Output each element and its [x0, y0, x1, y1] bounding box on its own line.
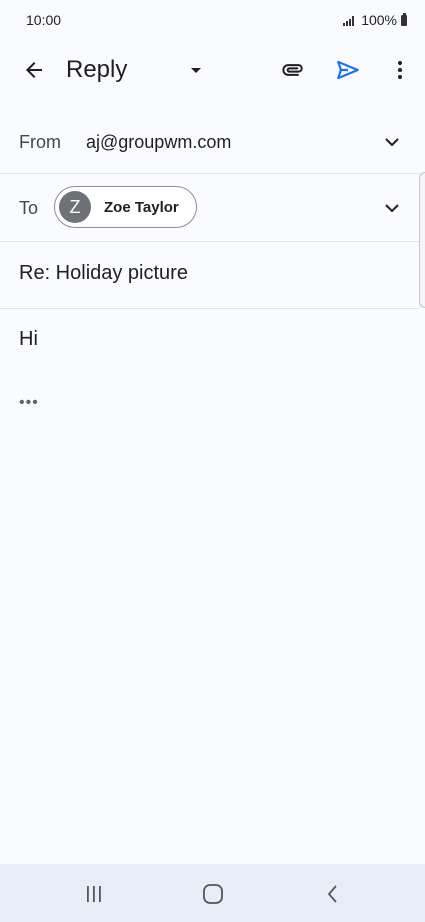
from-label: From — [19, 132, 61, 152]
attach-button[interactable] — [272, 48, 312, 92]
battery-percent: 100% — [361, 12, 397, 28]
from-address[interactable]: aj@groupwm.com — [86, 132, 231, 153]
recents-icon — [87, 886, 101, 902]
status-indicators: 100% — [343, 12, 407, 28]
page-title: Reply — [66, 56, 128, 83]
paperclip-icon — [282, 64, 303, 76]
show-quoted-text-button[interactable]: ••• — [19, 394, 39, 412]
compose-toolbar: Reply — [0, 44, 425, 96]
caret-down-icon — [191, 68, 201, 73]
to-label: To — [19, 198, 39, 218]
message-body[interactable]: Hi — [19, 328, 38, 351]
divider — [0, 173, 420, 174]
back-icon — [327, 885, 337, 903]
send-icon — [337, 60, 359, 80]
avatar: Z — [59, 191, 91, 223]
subject-field[interactable]: Re: Holiday picture — [19, 262, 188, 285]
divider — [0, 308, 420, 309]
recents-button[interactable] — [74, 880, 114, 908]
battery-icon — [401, 12, 407, 26]
reply-type-dropdown[interactable] — [176, 48, 216, 92]
send-button[interactable] — [328, 48, 368, 92]
nav-back-button[interactable] — [313, 880, 353, 908]
status-bar: 10:00 100% — [0, 0, 425, 40]
chevron-down-icon[interactable] — [380, 196, 404, 220]
scrollbar[interactable] — [419, 172, 425, 308]
divider — [0, 241, 420, 242]
from-row: From aj@groupwm.com — [0, 110, 420, 174]
arrow-back-icon — [26, 62, 42, 78]
recipient-chip[interactable]: Z Zoe Taylor — [54, 186, 197, 228]
system-nav-bar — [0, 864, 425, 922]
signal-icon — [343, 15, 355, 26]
more-vert-icon — [398, 61, 402, 79]
back-button[interactable] — [14, 48, 54, 92]
status-time: 10:00 — [26, 12, 62, 28]
chevron-down-icon[interactable] — [380, 130, 404, 154]
recipient-name: Zoe Taylor — [104, 199, 179, 216]
more-options-button[interactable] — [380, 48, 420, 92]
home-button[interactable] — [193, 880, 233, 908]
home-icon — [203, 884, 223, 904]
